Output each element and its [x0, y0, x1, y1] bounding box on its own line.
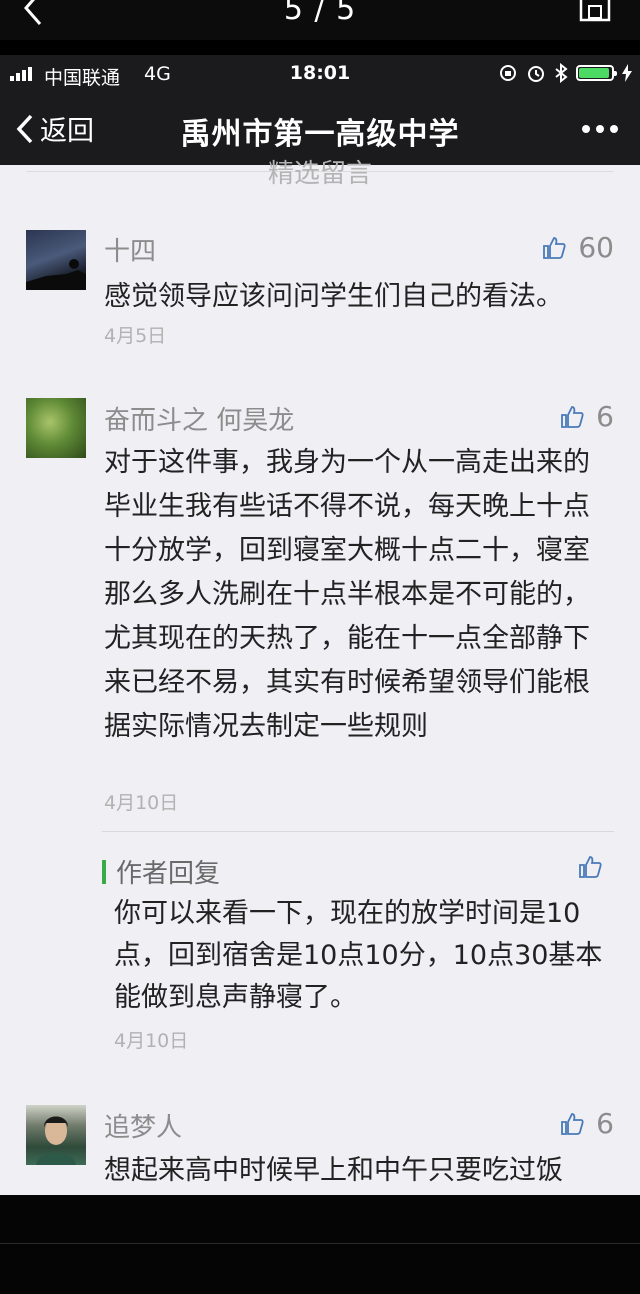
comment-date: 4月5日 [104, 325, 167, 347]
like-count: 6 [596, 400, 614, 433]
comment-content: 对于这件事，我身为一个从一高走出来的毕业生我有些话不得不说，每天晚上十点十分放学… [104, 447, 590, 742]
commenter-name[interactable]: 奋而斗之 何昊龙 [104, 400, 294, 437]
photo-viewer-bar: 5 / 5 [0, 0, 640, 40]
like-button[interactable]: 6 [560, 1107, 614, 1140]
reply-date: 4月10日 [114, 1030, 189, 1052]
save-icon[interactable] [578, 0, 612, 22]
page-title: 禹州市第一高级中学 [180, 117, 460, 152]
phone-screenshot: 中国联通 4G 18:01 返回 禹州市第一高级中学 精选留言 十四 60 感觉… [0, 55, 640, 1195]
avatar[interactable] [26, 1105, 86, 1165]
more-dots-icon [582, 125, 590, 133]
status-icons [498, 63, 632, 83]
thumbs-up-icon [561, 1112, 584, 1135]
reply-content: 你可以来看一下，现在的放学时间是10点，回到宿舍是10点10分，10点30基本能… [114, 898, 603, 1013]
reply-accent-bar [102, 859, 106, 884]
section-title: 精选留言 [267, 159, 372, 189]
status-bar: 中国联通 4G 18:01 [0, 55, 640, 93]
author-reply-label: 作者回复 [102, 853, 220, 890]
avatar[interactable] [26, 398, 86, 458]
bottom-divider [0, 1243, 640, 1244]
photo-counter: 5 / 5 [283, 0, 357, 27]
comment-content: 感觉领导应该问问学生们自己的看法。 [104, 281, 563, 312]
comment-date: 4月10日 [104, 792, 179, 814]
thumbs-up-icon [543, 236, 566, 259]
battery-icon [576, 65, 617, 81]
viewer-bottom-bar [0, 1195, 640, 1294]
comment-content: 想起来高中时候早上和中午只要吃过饭 [104, 1155, 563, 1186]
avatar-portrait [36, 1116, 76, 1165]
thumbs-up-icon [561, 405, 584, 428]
alarm-icon [528, 66, 544, 82]
thumbs-up-icon[interactable] [578, 855, 602, 879]
commenter-name[interactable]: 追梦人 [104, 1107, 182, 1144]
more-button[interactable] [582, 125, 618, 133]
charging-icon [622, 64, 632, 82]
avatar-silhouette [26, 259, 86, 290]
avatar[interactable] [26, 230, 86, 290]
orientation-lock-icon [500, 65, 516, 81]
reply-divider [102, 831, 614, 832]
like-button[interactable]: 60 [542, 231, 614, 264]
like-count: 60 [578, 231, 614, 264]
like-count: 6 [596, 1107, 614, 1140]
bluetooth-icon [555, 63, 568, 83]
reply-label-text: 作者回复 [116, 859, 221, 889]
like-button[interactable]: 6 [560, 400, 614, 433]
commenter-name[interactable]: 十四 [104, 231, 156, 268]
